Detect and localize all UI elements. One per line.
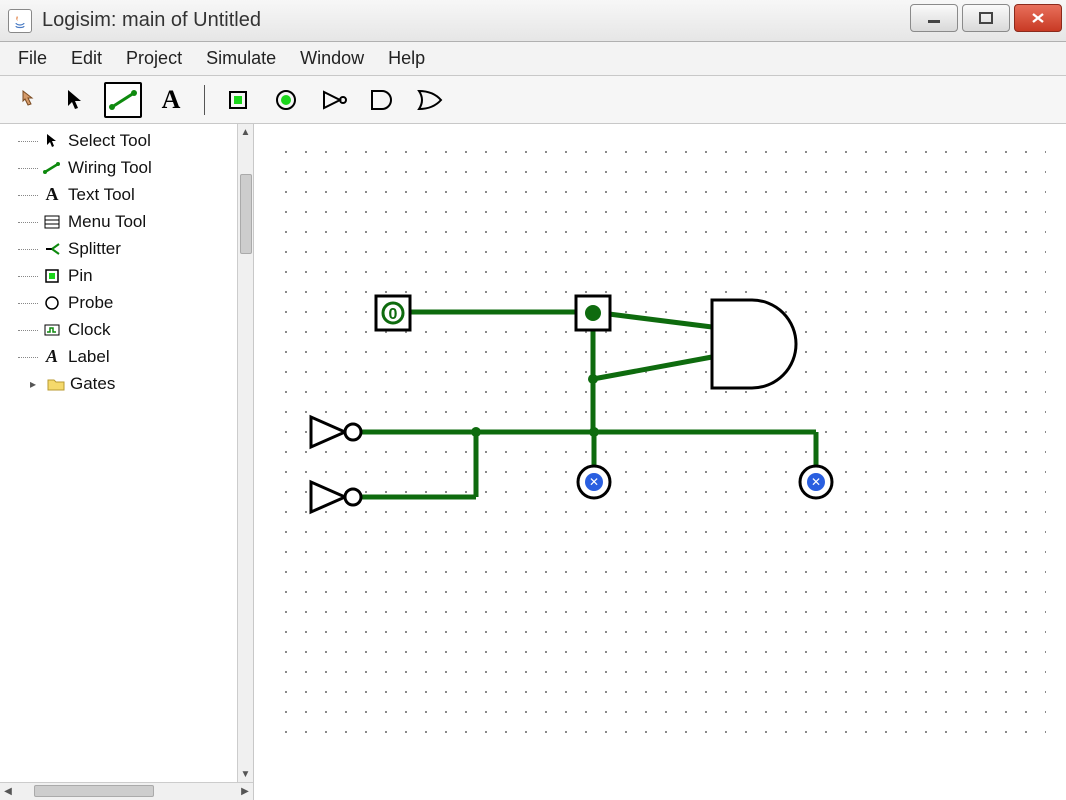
scroll-up-icon[interactable]: ▲ bbox=[238, 124, 253, 140]
tree-item-pin[interactable]: Pin bbox=[0, 262, 237, 289]
wiring-tool-button[interactable] bbox=[104, 82, 142, 118]
menu-simulate[interactable]: Simulate bbox=[194, 44, 288, 73]
tree-item-splitter[interactable]: Splitter bbox=[0, 235, 237, 262]
not-gate-button[interactable] bbox=[315, 82, 353, 118]
output-pin-button[interactable] bbox=[267, 82, 305, 118]
tree-item-select[interactable]: Select Tool bbox=[0, 127, 237, 154]
tree-item-label: Wiring Tool bbox=[68, 158, 152, 178]
circuit-canvas[interactable]: 0 bbox=[276, 142, 1046, 742]
tree-item-label: Probe bbox=[68, 293, 113, 313]
main-area: Poke Tool Select Tool Wiring Tool A Text… bbox=[0, 124, 1066, 800]
tree-item-label: Text Tool bbox=[68, 185, 135, 205]
tree-item-label: Splitter bbox=[68, 239, 121, 259]
tree-item-text[interactable]: A Text Tool bbox=[0, 181, 237, 208]
input-pin-2 bbox=[576, 296, 610, 330]
tree-item-label: Menu Tool bbox=[68, 212, 146, 232]
menu-help[interactable]: Help bbox=[376, 44, 437, 73]
window-controls bbox=[910, 4, 1062, 32]
select-icon bbox=[42, 133, 62, 149]
sidebar-vertical-scrollbar[interactable]: ▲ ▼ bbox=[237, 124, 253, 782]
text-a-icon: A bbox=[162, 85, 181, 115]
title-bar: Logisim: main of Untitled bbox=[0, 0, 1066, 42]
input-pin-1: 0 bbox=[376, 296, 410, 330]
window-title: Logisim: main of Untitled bbox=[42, 9, 261, 32]
select-tool-button[interactable] bbox=[56, 82, 94, 118]
close-button[interactable] bbox=[1014, 4, 1062, 32]
tree-item-menu[interactable]: Menu Tool bbox=[0, 208, 237, 235]
toolbar: A bbox=[0, 76, 1066, 124]
menu-bar: File Edit Project Simulate Window Help bbox=[0, 42, 1066, 76]
circuit-svg: 0 bbox=[276, 142, 1046, 742]
folder-icon bbox=[46, 376, 66, 392]
canvas-wrap: 0 bbox=[254, 124, 1066, 800]
folder-toggle-icon[interactable]: ▸ bbox=[30, 377, 42, 391]
tree-item-label: Pin bbox=[68, 266, 93, 286]
menu-window[interactable]: Window bbox=[288, 44, 376, 73]
scroll-left-icon[interactable]: ◀ bbox=[0, 786, 16, 797]
folder-label: Gates bbox=[70, 374, 115, 394]
component-tree[interactable]: Poke Tool Select Tool Wiring Tool A Text… bbox=[0, 124, 253, 782]
tree-item-label: Select Tool bbox=[68, 131, 151, 151]
sidebar-horizontal-scrollbar[interactable]: ◀ ▶ bbox=[0, 782, 253, 800]
java-icon bbox=[8, 9, 32, 33]
menu-icon bbox=[42, 215, 62, 229]
toolbar-separator bbox=[204, 85, 205, 115]
svg-text:0: 0 bbox=[389, 306, 398, 323]
clock-icon bbox=[42, 323, 62, 337]
and-gate-button[interactable] bbox=[363, 82, 401, 118]
input-pin-button[interactable] bbox=[219, 82, 257, 118]
output-pin-2: ✕ bbox=[800, 466, 832, 498]
scroll-thumb[interactable] bbox=[240, 174, 252, 254]
scroll-down-icon[interactable]: ▼ bbox=[238, 766, 253, 782]
svg-text:✕: ✕ bbox=[811, 475, 821, 489]
splitter-icon bbox=[42, 242, 62, 256]
menu-file[interactable]: File bbox=[6, 44, 59, 73]
label-icon: A bbox=[42, 346, 62, 367]
not-gate-2 bbox=[311, 482, 361, 512]
svg-text:✕: ✕ bbox=[589, 475, 599, 489]
not-gate-1 bbox=[311, 417, 361, 447]
poke-tool-button[interactable] bbox=[8, 82, 46, 118]
tree-item-clock[interactable]: Clock bbox=[0, 316, 237, 343]
tree-item-label-text: Label bbox=[68, 347, 110, 367]
pin-icon bbox=[42, 268, 62, 284]
hscroll-thumb[interactable] bbox=[34, 785, 154, 797]
tree-item-probe[interactable]: Probe bbox=[0, 289, 237, 316]
tree-item-wiring[interactable]: Wiring Tool bbox=[0, 154, 237, 181]
sidebar: Poke Tool Select Tool Wiring Tool A Text… bbox=[0, 124, 254, 800]
tree-item-label: Clock bbox=[68, 320, 111, 340]
maximize-button[interactable] bbox=[962, 4, 1010, 32]
tree-item-label[interactable]: A Label bbox=[0, 343, 237, 370]
output-pin-1: ✕ bbox=[578, 466, 610, 498]
probe-icon bbox=[42, 295, 62, 311]
minimize-button[interactable] bbox=[910, 4, 958, 32]
and-gate bbox=[712, 300, 796, 388]
text-icon: A bbox=[42, 184, 62, 205]
menu-edit[interactable]: Edit bbox=[59, 44, 114, 73]
or-gate-button[interactable] bbox=[411, 82, 449, 118]
tree-folder-gates[interactable]: ▸ Gates bbox=[0, 370, 237, 397]
menu-project[interactable]: Project bbox=[114, 44, 194, 73]
scroll-right-icon[interactable]: ▶ bbox=[237, 786, 253, 797]
text-tool-button[interactable]: A bbox=[152, 82, 190, 118]
wiring-icon bbox=[42, 161, 62, 175]
